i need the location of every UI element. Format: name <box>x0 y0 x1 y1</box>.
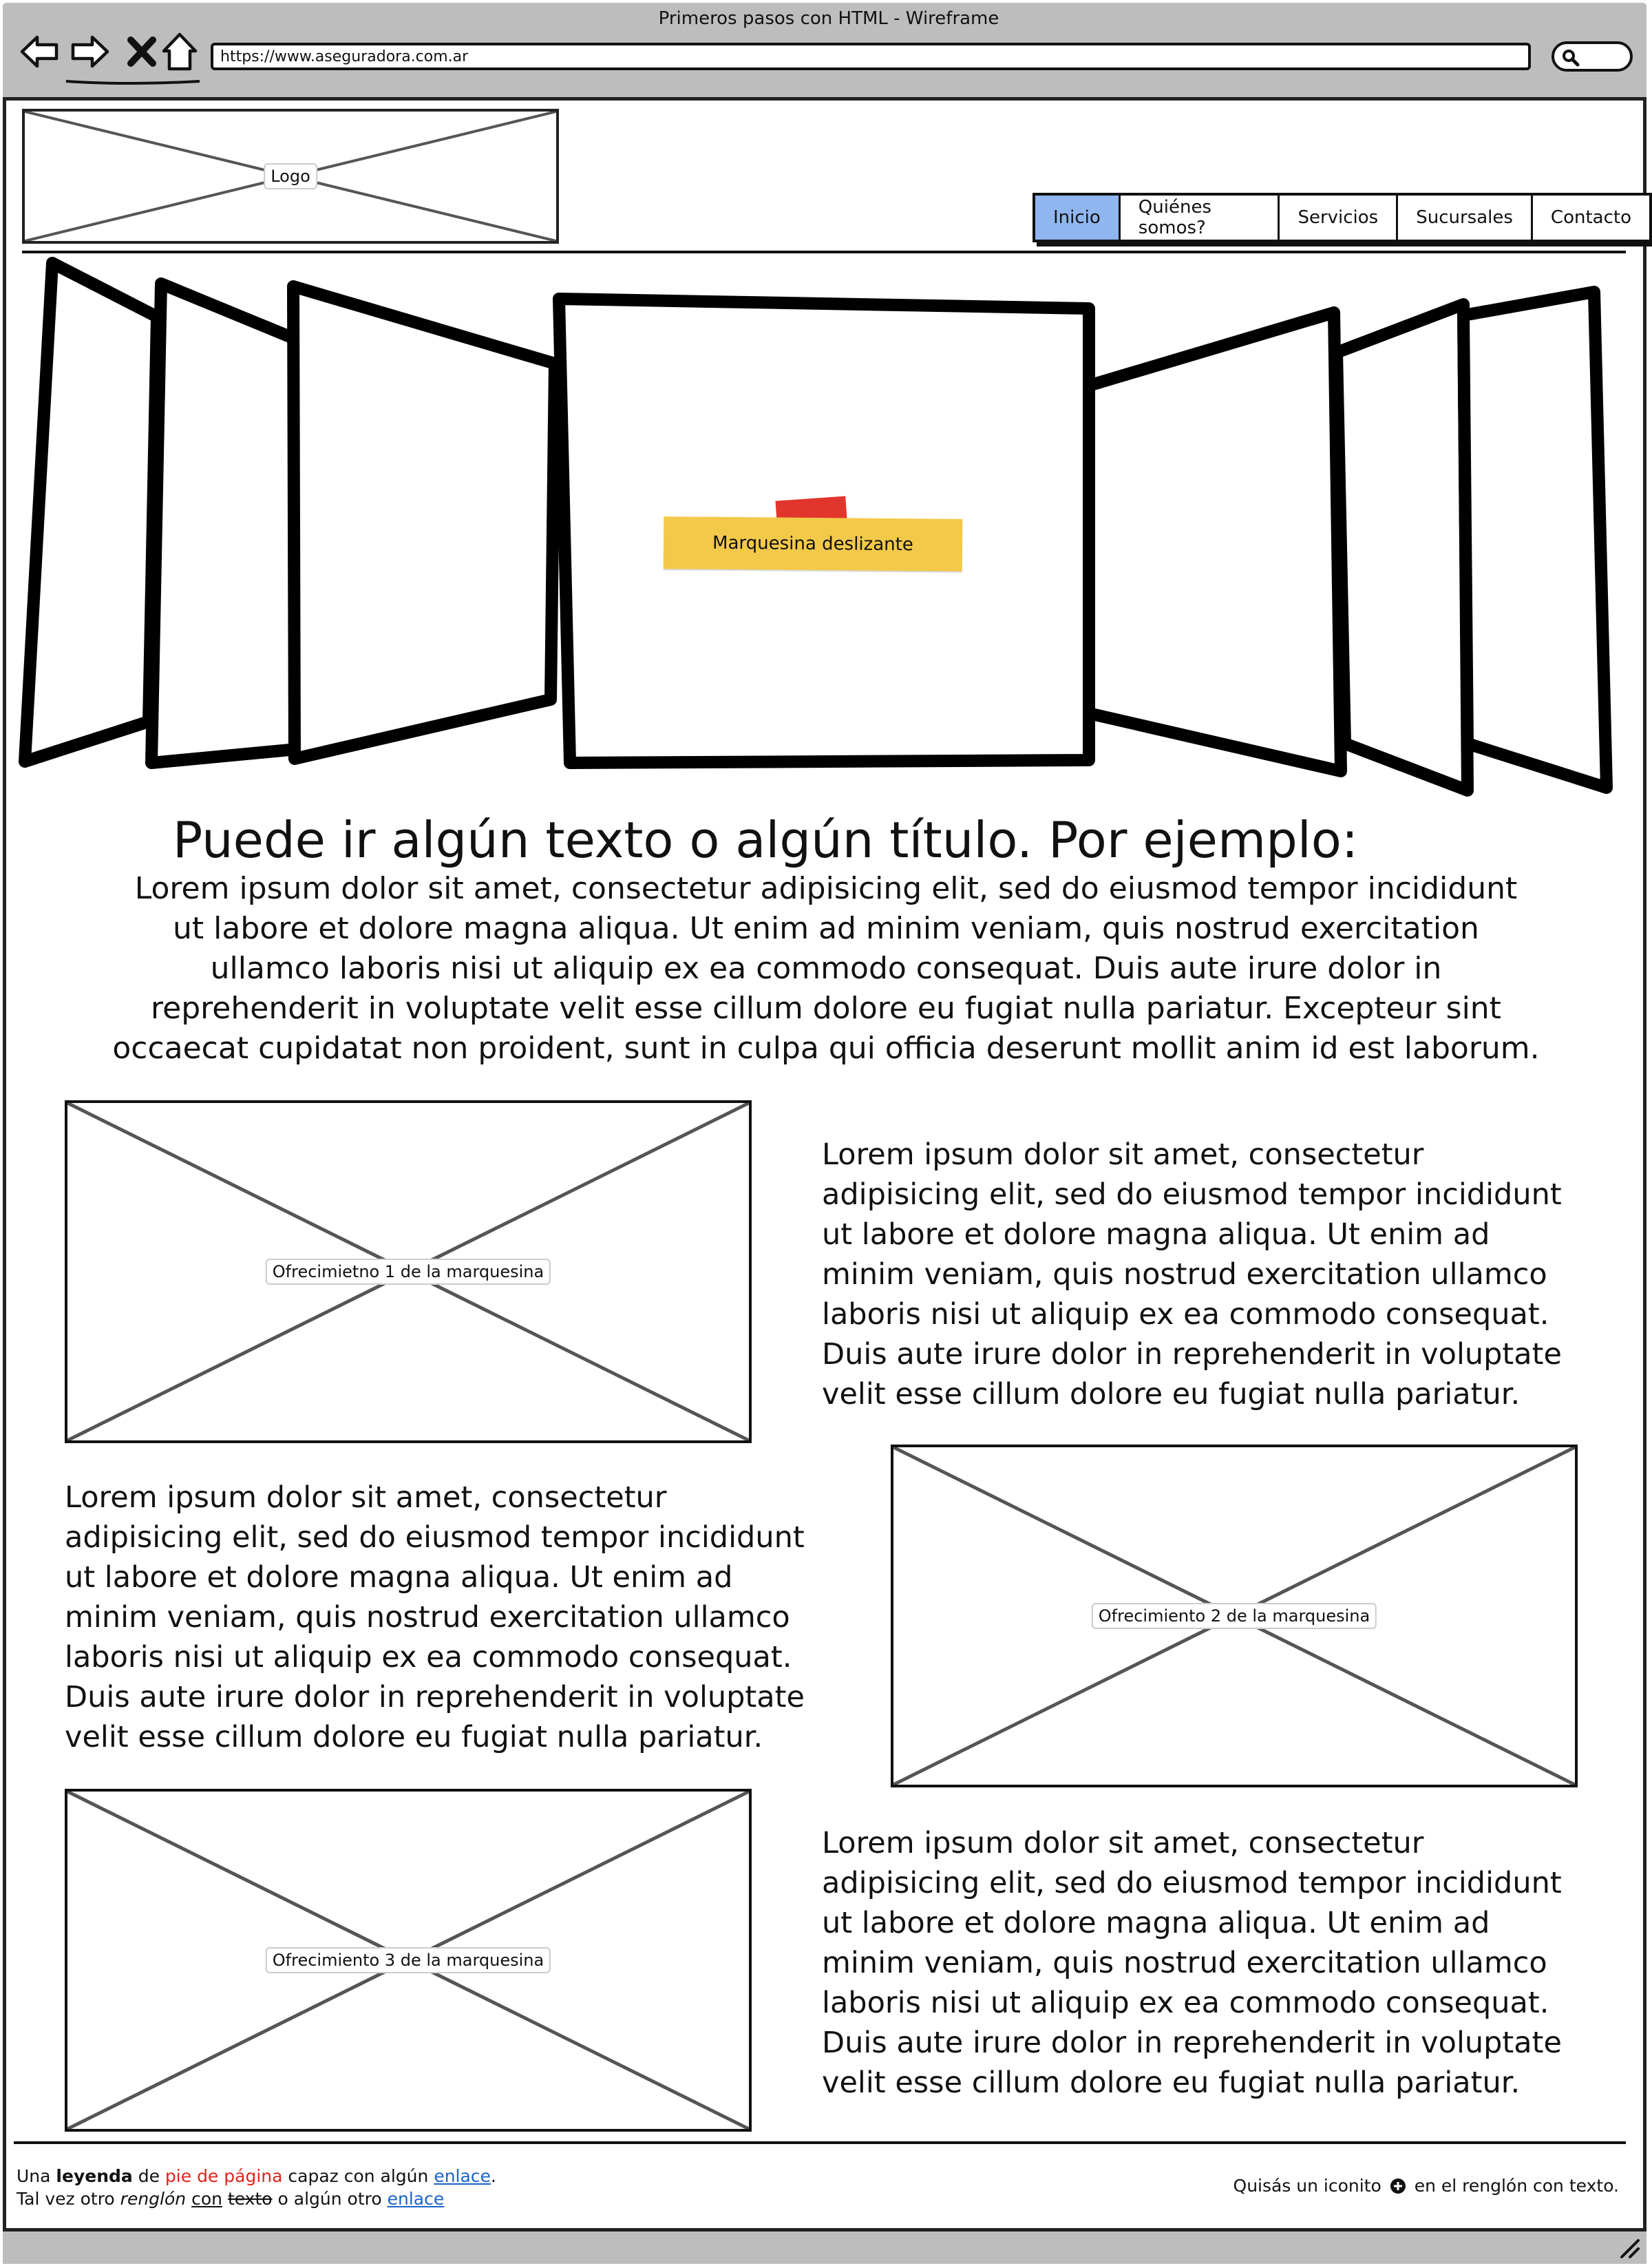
carousel-panel-far-right <box>1457 286 1613 794</box>
text-line: Duis aute irure dolor in reprehenderit i… <box>822 2026 1562 2060</box>
footer-italic-text: renglón <box>120 2189 187 2209</box>
arrow-right-icon[interactable] <box>69 30 112 73</box>
carousel-panel-far-left <box>19 257 163 768</box>
text-line: laboris nisi ut aliquip ex ea commodo co… <box>65 1640 792 1674</box>
carousel-panel-left-2 <box>145 277 308 769</box>
text-line: minim veniam, quis nostrud exercitation … <box>822 1257 1547 1292</box>
nav-tab-inicio[interactable]: Inicio <box>1035 196 1121 240</box>
carousel-panel-left-1 <box>287 280 561 765</box>
footer-text: Tal vez otro <box>17 2189 120 2209</box>
logo-placeholder: Logo <box>22 109 559 244</box>
text-line: adipisicing elit, sed do eiusmod tempor … <box>65 1520 805 1555</box>
nav-tab-contacto[interactable]: Contacto <box>1533 196 1649 240</box>
footer-text: capaz con algún <box>282 2166 434 2186</box>
footer-link[interactable]: enlace <box>388 2189 445 2209</box>
intro-line: Lorem ipsum dolor sit amet, consectetur … <box>134 871 1518 906</box>
address-bar[interactable]: https://www.aseguradora.com.ar <box>211 43 1531 70</box>
offer-1-text: Lorem ipsum dolor sit amet, consectetur … <box>822 1135 1562 1414</box>
intro-line: occaecat cupidatat non proident, sunt in… <box>112 1031 1540 1066</box>
offer-3-text: Lorem ipsum dolor sit amet, consectetur … <box>822 1823 1562 2103</box>
text-line: Lorem ipsum dolor sit amet, consectetur <box>822 1826 1424 1860</box>
logo-label: Logo <box>264 163 317 189</box>
hero-label: Marquesina deslizante <box>663 516 963 571</box>
text-line: minim veniam, quis nostrud exercitation … <box>822 1946 1547 1980</box>
offer-3-image: Ofrecimiento 3 de la marquesina <box>65 1789 752 2132</box>
carousel-panel-right-2 <box>1331 298 1474 797</box>
search-field[interactable] <box>1552 41 1633 72</box>
footer-note: Quisás un iconito en el renglón con text… <box>1233 2176 1619 2196</box>
footer-line-2: Tal vez otro renglón con texto o algún o… <box>17 2187 496 2210</box>
page-title: Puede ir algún texto o algún título. Por… <box>172 811 1359 869</box>
nav-underline <box>65 80 200 85</box>
close-icon[interactable] <box>121 30 164 73</box>
search-icon <box>1563 50 1580 67</box>
footer-text: . <box>490 2166 496 2186</box>
footer-strike-text: texto <box>227 2189 273 2209</box>
main-nav: Inicio Quiénes somos? Servicios Sucursal… <box>1032 193 1652 242</box>
footer-note-text: en el renglón con texto. <box>1414 2176 1619 2196</box>
nav-tab-quienes-somos[interactable]: Quiénes somos? <box>1121 196 1280 240</box>
plus-circle-icon <box>1390 2178 1406 2194</box>
text-line: ut labore et dolore magna aliqua. Ut eni… <box>65 1560 733 1595</box>
footer-bold-text: leyenda <box>56 2166 133 2186</box>
arrow-left-icon[interactable] <box>18 30 61 73</box>
offer-1-image: Ofrecimietno 1 de la marquesina <box>65 1100 752 1443</box>
nav-tab-servicios[interactable]: Servicios <box>1280 196 1399 240</box>
text-line: Duis aute irure dolor in reprehenderit i… <box>822 1337 1562 1372</box>
intro-line: reprehenderit in voluptate velit esse ci… <box>151 991 1501 1026</box>
text-line: ut labore et dolore magna aliqua. Ut eni… <box>822 1906 1490 1940</box>
text-line: laboris nisi ut aliquip ex ea commodo co… <box>822 1986 1549 2020</box>
footer-legend: Una leyenda de pie de página capaz con a… <box>17 2165 496 2210</box>
resize-grip-icon[interactable] <box>1615 2234 1642 2261</box>
footer-underline-text: con <box>191 2189 222 2209</box>
home-icon[interactable] <box>158 30 201 73</box>
text-line: laboris nisi ut aliquip ex ea commodo co… <box>822 1297 1549 1332</box>
text-line: velit esse cillum dolore eu fugiat nulla… <box>822 1377 1521 1411</box>
window-title: Primeros pasos con HTML - Wireframe <box>658 8 999 29</box>
offer-3-label: Ofrecimiento 3 de la marquesina <box>265 1947 551 1973</box>
intro-line: ullamco laboris nisi ut aliquip ex ea co… <box>210 951 1442 986</box>
text-line: velit esse cillum dolore eu fugiat nulla… <box>822 2066 1521 2100</box>
text-line: minim veniam, quis nostrud exercitation … <box>65 1600 790 1635</box>
text-line: Lorem ipsum dolor sit amet, consectetur <box>822 1137 1424 1172</box>
intro-paragraph: Lorem ipsum dolor sit amet, consectetur … <box>103 869 1549 1069</box>
carousel-panel-right-1 <box>1083 306 1347 777</box>
footer-link[interactable]: enlace <box>434 2166 491 2186</box>
offer-2-label: Ofrecimiento 2 de la marquesina <box>1091 1603 1377 1629</box>
footer-text <box>222 2189 228 2209</box>
offer-2-text: Lorem ipsum dolor sit amet, consectetur … <box>65 1478 805 1757</box>
text-line: velit esse cillum dolore eu fugiat nulla… <box>65 1720 763 1754</box>
text-line: ut labore et dolore magna aliqua. Ut eni… <box>822 1217 1490 1252</box>
footer-line-1: Una leyenda de pie de página capaz con a… <box>17 2165 496 2187</box>
offer-1-label: Ofrecimietno 1 de la marquesina <box>265 1259 551 1285</box>
status-bar <box>3 2228 1646 2264</box>
text-line: adipisicing elit, sed do eiusmod tempor … <box>822 1177 1562 1212</box>
footer-red-text: pie de página <box>165 2166 283 2186</box>
footer-text: de <box>132 2166 165 2186</box>
footer-note-text: Quisás un iconito <box>1233 2176 1381 2196</box>
text-line: adipisicing elit, sed do eiusmod tempor … <box>822 1866 1562 1900</box>
footer-text: o algún otro <box>272 2189 388 2209</box>
intro-line: ut labore et dolore magna aliqua. Ut eni… <box>173 911 1479 946</box>
nav-tab-sucursales[interactable]: Sucursales <box>1398 196 1533 240</box>
text-line: Lorem ipsum dolor sit amet, consectetur <box>65 1480 667 1515</box>
offer-2-image: Ofrecimiento 2 de la marquesina <box>891 1445 1578 1787</box>
footer-divider <box>14 2141 1626 2144</box>
footer-text <box>186 2189 191 2209</box>
text-line: Duis aute irure dolor in reprehenderit i… <box>65 1680 805 1714</box>
footer-text: Una <box>17 2166 56 2186</box>
